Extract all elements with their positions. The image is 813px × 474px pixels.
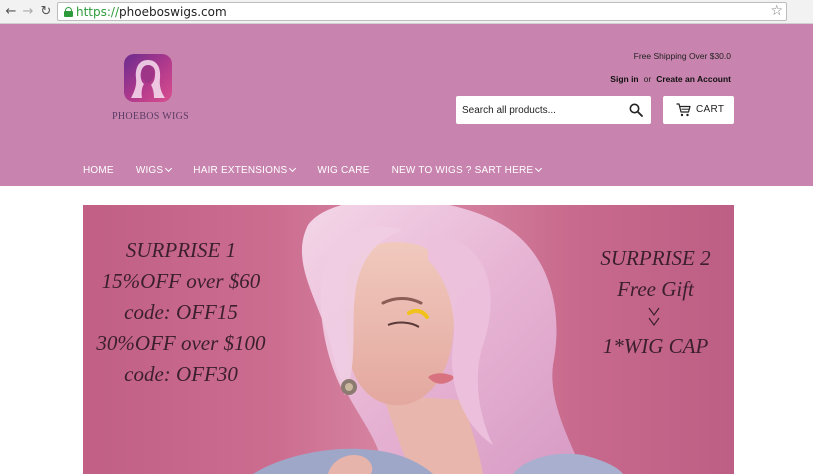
main-navigation: HOME WIGS HAIR EXTENSIONS WIG CARE NEW T… [83,163,563,177]
create-account-link[interactable]: Create an Account [656,74,731,84]
chevron-down-icon [535,164,543,172]
bookmark-star-icon[interactable]: ☆ [770,3,783,19]
search-box [456,96,651,124]
chevron-down-icon [165,164,173,172]
search-input[interactable] [462,102,622,118]
url-text[interactable]: https://phoeboswigs.com [76,5,227,19]
promo-line: 30%OFF over $100 [96,331,266,355]
promo-surprise-2: SURPRISE 2 Free Gift 1*WIG CAP [583,243,728,362]
account-links: Sign in or Create an Account [610,74,731,84]
search-icon[interactable] [629,103,643,117]
reload-icon[interactable]: ↻ [38,4,54,20]
promo-gift-item: 1*WIG CAP [602,334,709,358]
promo-line: 15%OFF over $60 [101,269,261,293]
nav-item-hair-extensions[interactable]: HAIR EXTENSIONS [193,164,297,176]
url-scheme: https:// [76,5,120,19]
cart-icon [676,103,691,117]
forward-arrow-icon[interactable]: → [20,4,36,20]
nav-item-label: WIGS [135,164,164,176]
url-host: phoeboswigs.com [119,5,227,19]
nav-item-home[interactable]: HOME [83,165,114,176]
promo-line: code: OFF30 [124,362,238,386]
promo-line: code: OFF15 [124,300,238,324]
nav-item-new-to-wigs[interactable]: NEW TO WIGS ? SART HERE [391,164,543,176]
logo-woman-silhouette-icon [124,54,172,102]
nav-item-label: HOME [83,164,114,176]
logo-text: PHOEBOS WIGS [112,111,190,122]
shipping-note: Free Shipping Over $30.0 [633,51,731,61]
hero-banner[interactable]: SURPRISE 1 15%OFF over $60 code: OFF15 3… [83,205,734,474]
double-chevron-down-icon [583,305,728,331]
site-header: PHOEBOS WIGS Free Shipping Over $30.0 Si… [0,24,813,186]
address-bar[interactable]: https://phoeboswigs.com ☆ [57,2,787,21]
promo-surprise-1: SURPRISE 1 15%OFF over $60 code: OFF15 3… [83,235,279,390]
cart-button[interactable]: CART [663,96,734,124]
promo-title: SURPRISE 2 [600,246,711,270]
sign-in-link[interactable]: Sign in [610,74,638,84]
lock-icon [64,7,73,17]
browser-toolbar: ← → ↻ https://phoeboswigs.com ☆ [0,0,813,24]
nav-item-label: HAIR EXTENSIONS [193,164,288,176]
back-arrow-icon[interactable]: ← [3,4,19,20]
promo-line: SURPRISE 1 [125,238,237,262]
nav-item-wig-care[interactable]: WIG CARE [317,165,369,176]
chevron-down-icon [289,164,297,172]
or-separator: or [643,74,652,84]
nav-item-wigs[interactable]: WIGS [135,164,173,176]
promo-subtitle: Free Gift [617,277,694,301]
cart-label: CART [696,104,725,115]
nav-item-label: WIG CARE [317,164,370,176]
nav-item-label: NEW TO WIGS ? SART HERE [391,164,534,176]
